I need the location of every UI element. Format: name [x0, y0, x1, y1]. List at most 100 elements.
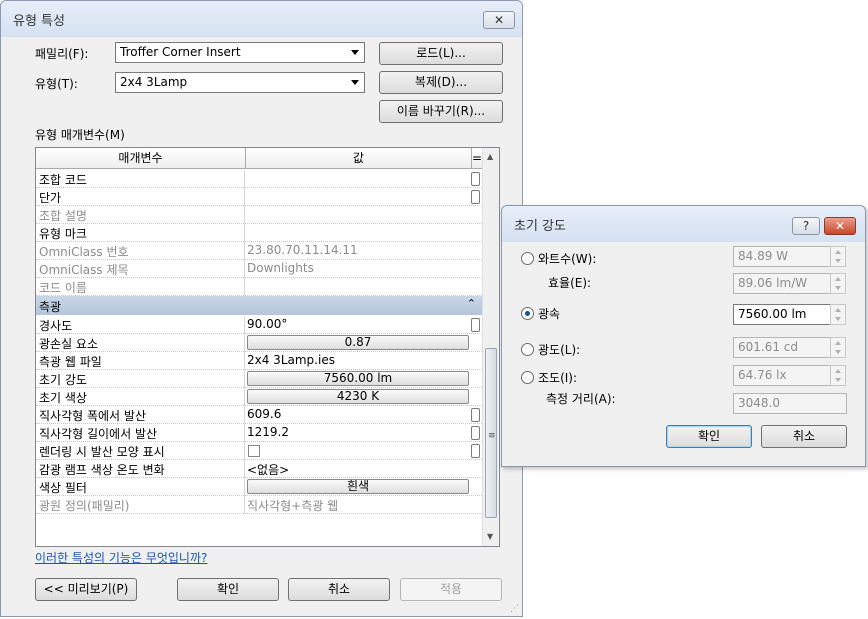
distance-label: 측정 거리(A):: [546, 392, 616, 406]
row-name: 단가: [39, 191, 62, 205]
associate-parameter-button[interactable]: [471, 318, 480, 332]
grid-row[interactable]: 유형 마크: [36, 224, 482, 242]
associate-parameter-button[interactable]: [471, 444, 480, 458]
row-value[interactable]: 2x4 3Lamp.ies: [247, 353, 335, 367]
row-name: 코드 이름: [39, 281, 87, 295]
grid-row[interactable]: 조합 코드: [36, 170, 482, 188]
grid-row[interactable]: 감광 램프 색상 온도 변화 <없음>: [36, 460, 482, 478]
type-parameters-label: 유형 매개변수(M): [35, 128, 125, 142]
row-divider: [244, 460, 245, 478]
row-value[interactable]: <없음>: [247, 461, 289, 478]
chevron-down-icon: [351, 50, 359, 55]
intensity-dialog-title: 초기 강도: [514, 219, 566, 234]
associate-parameter-button[interactable]: [471, 172, 480, 186]
grid-row[interactable]: 코드 이름: [36, 278, 482, 296]
family-dropdown[interactable]: Troffer Corner Insert: [115, 42, 365, 63]
row-value[interactable]: 90.00°: [247, 317, 287, 331]
row-value-button[interactable]: 4230 K: [247, 389, 469, 404]
duplicate-button[interactable]: 복제(D)...: [379, 71, 503, 94]
ok-button[interactable]: 확인: [177, 578, 279, 601]
radio-wattage[interactable]: [521, 252, 534, 265]
type-dropdown[interactable]: 2x4 3Lamp: [115, 72, 365, 93]
illuminance-spinner[interactable]: [830, 365, 846, 386]
grid-row[interactable]: 광손실 요소 0.87: [36, 334, 482, 352]
row-divider: [244, 170, 245, 188]
close-icon[interactable]: ✕: [483, 11, 515, 29]
row-name: 렌더링 시 발산 모양 표시: [39, 445, 165, 459]
collapse-icon[interactable]: ⌃: [467, 297, 476, 310]
grid-row[interactable]: OmniClass 제목 Downlights: [36, 260, 482, 278]
scroll-down-icon[interactable]: ▼: [487, 532, 493, 541]
row-name: 초기 강도: [39, 373, 87, 387]
row-value: 23.80.70.11.14.11: [247, 243, 358, 257]
column-header-value[interactable]: 값: [245, 148, 471, 169]
flux-spinner[interactable]: [830, 304, 846, 325]
grid-scrollbar[interactable]: ▲ ≡ ▼: [482, 148, 499, 546]
preview-button[interactable]: << 미리보기(P): [35, 578, 137, 601]
close-icon[interactable]: ✕: [824, 217, 856, 235]
help-link[interactable]: 이러한 특성의 기능은 무엇입니까?: [35, 549, 207, 566]
row-checkbox[interactable]: [248, 445, 260, 457]
row-name: 광원 정의(패밀리): [39, 499, 130, 513]
row-divider: [244, 388, 245, 406]
grid-row[interactable]: 직사각형 폭에서 발산 609.6: [36, 406, 482, 424]
row-divider: [244, 242, 245, 260]
grid-row[interactable]: 초기 색상 4230 K: [36, 388, 482, 406]
row-name: 측광 웹 파일: [39, 355, 102, 369]
grid-row[interactable]: 렌더링 시 발산 모양 표시: [36, 442, 482, 460]
grid-row[interactable]: 조합 설명: [36, 206, 482, 224]
row-name: 감광 램프 색상 온도 변화: [39, 463, 165, 477]
associate-parameter-button[interactable]: [471, 426, 480, 440]
grip-icon: ≡: [488, 431, 496, 441]
row-value-button[interactable]: 흰색: [247, 479, 469, 494]
row-value-button[interactable]: 0.87: [247, 335, 469, 350]
grid-row[interactable]: OmniClass 번호 23.80.70.11.14.11: [36, 242, 482, 260]
group-header-photometrics[interactable]: 측광 ⌃: [36, 296, 482, 315]
intensity-ok-button[interactable]: 확인: [666, 425, 752, 448]
scroll-up-icon[interactable]: ▲: [487, 152, 493, 161]
row-divider: [244, 370, 245, 388]
row-name: 직사각형 길이에서 발산: [39, 427, 158, 441]
rename-button[interactable]: 이름 바꾸기(R)...: [379, 100, 503, 123]
grid-row[interactable]: 측광 웹 파일 2x4 3Lamp.ies: [36, 352, 482, 370]
intensity-cancel-button[interactable]: 취소: [761, 425, 847, 448]
type-parameters-grid: 매개변수 값 = 조합 코드단가 조합 설명 유형 마크 OmniClass 번호 23…: [35, 147, 500, 547]
efficacy-spinner[interactable]: [830, 273, 846, 294]
chevron-down-icon: [351, 80, 359, 85]
row-divider: [244, 442, 245, 460]
row-divider: [244, 206, 245, 224]
luminous-intensity-label: 광도(L):: [538, 343, 581, 357]
row-divider: [244, 316, 245, 334]
column-header-parameter[interactable]: 매개변수: [36, 148, 245, 169]
wattage-label: 와트수(W):: [538, 252, 597, 266]
apply-button[interactable]: 적용: [400, 578, 502, 601]
row-divider: [244, 352, 245, 370]
associate-parameter-button[interactable]: [471, 408, 480, 422]
radio-flux[interactable]: [521, 307, 534, 320]
row-value[interactable]: 609.6: [247, 407, 281, 421]
row-value[interactable]: 1219.2: [247, 425, 289, 439]
grid-row[interactable]: 경사도 90.00°: [36, 316, 482, 334]
grid-row[interactable]: 색상 필터 흰색: [36, 478, 482, 496]
row-name: 직사각형 폭에서 발산: [39, 409, 146, 423]
row-value-button[interactable]: 7560.00 lm: [247, 371, 469, 386]
help-icon[interactable]: ?: [792, 217, 820, 235]
wattage-spinner[interactable]: [830, 246, 846, 267]
column-header-marker[interactable]: =: [471, 148, 482, 169]
grid-row[interactable]: 초기 강도 7560.00 lm: [36, 370, 482, 388]
resize-grip-icon[interactable]: ⋰: [510, 604, 519, 614]
grid-row[interactable]: 광원 정의(패밀리) 직사각형+측광 웹: [36, 496, 482, 514]
grid-row[interactable]: 직사각형 길이에서 발산 1219.2: [36, 424, 482, 442]
row-divider: [244, 260, 245, 278]
load-button[interactable]: 로드(L)...: [379, 42, 503, 65]
associate-parameter-button[interactable]: [471, 190, 480, 204]
row-divider: [244, 278, 245, 296]
row-name: OmniClass 제목: [39, 263, 129, 277]
grid-row[interactable]: 단가: [36, 188, 482, 206]
row-name: 색상 필터: [39, 481, 87, 495]
radio-illuminance[interactable]: [521, 371, 534, 384]
cancel-button[interactable]: 취소: [288, 578, 390, 601]
distance-field[interactable]: 3048.0: [733, 393, 847, 414]
radio-luminous-intensity[interactable]: [521, 343, 534, 356]
luminous-intensity-spinner[interactable]: [830, 337, 846, 358]
